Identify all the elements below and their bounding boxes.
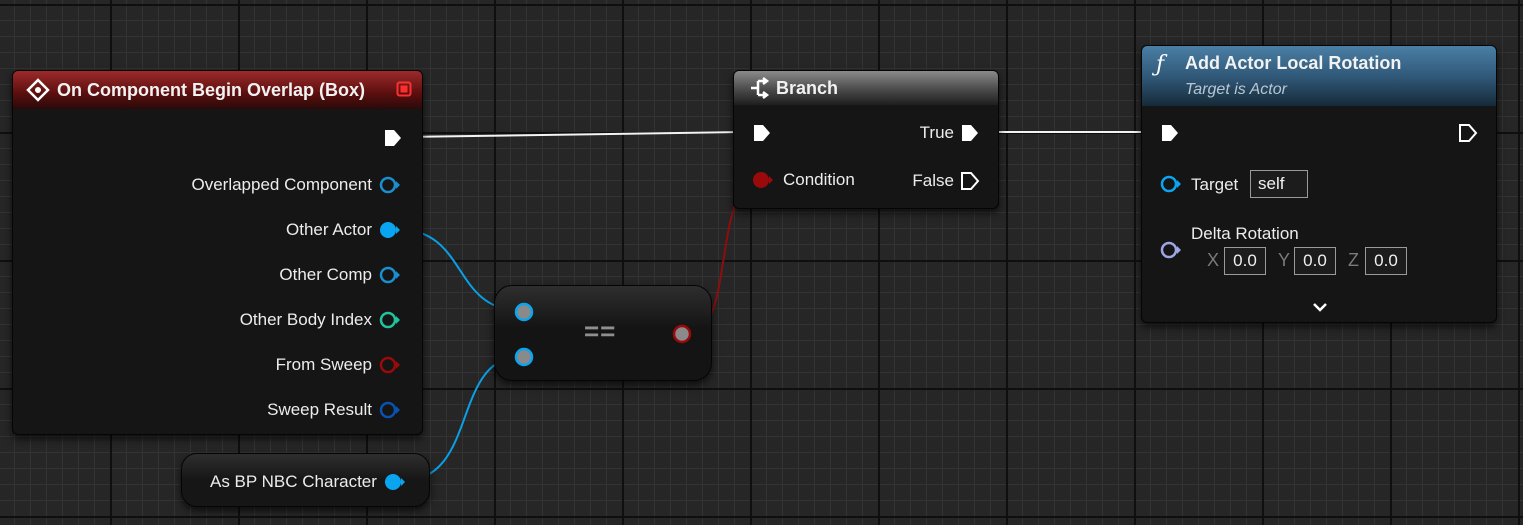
x-axis-label: X (1207, 250, 1220, 270)
from-sweep-pin[interactable] (379, 355, 401, 375)
pin-label-other-body-index: Other Body Index (239, 310, 372, 329)
branch-true-label: True (919, 123, 954, 142)
rotation-node-title: Add Actor Local Rotation (1185, 53, 1402, 73)
branch-exec-in-pin[interactable] (752, 123, 772, 143)
equal-operator-label: == (584, 316, 617, 346)
branch-false-pin[interactable] (960, 171, 980, 191)
equal-node[interactable]: == (494, 285, 712, 381)
branch-false-label: False (912, 171, 954, 190)
target-value-field[interactable]: self (1250, 170, 1308, 198)
rotation-exec-in-pin[interactable] (1160, 123, 1180, 143)
rotation-node-subtitle: Target is Actor (1185, 81, 1287, 98)
function-icon: ƒ (1156, 52, 1165, 77)
branch-condition-pin[interactable] (752, 170, 774, 190)
event-node-title: On Component Begin Overlap (Box) (57, 79, 366, 100)
event-node-on-component-begin-overlap[interactable]: On Component Begin Overlap (Box) Overlap… (12, 70, 423, 435)
rotation-x-field[interactable]: 0.0 (1224, 247, 1266, 275)
equal-input-b-pin[interactable] (514, 347, 534, 367)
other-body-index-pin[interactable] (379, 310, 401, 330)
as-bp-nbc-character-pin[interactable] (384, 472, 406, 492)
sweep-result-pin[interactable] (379, 400, 401, 420)
pin-label-other-actor: Other Actor (286, 220, 372, 239)
overlapped-component-pin[interactable] (379, 175, 401, 195)
equal-input-a-pin[interactable] (514, 302, 534, 322)
delta-rotation-label: Delta Rotation (1191, 224, 1299, 243)
pin-label-other-comp: Other Comp (279, 265, 372, 284)
branch-node-title: Branch (776, 77, 839, 98)
branch-condition-label: Condition (783, 170, 855, 189)
chevron-down-icon[interactable] (1312, 301, 1328, 313)
delegate-square-icon[interactable] (396, 81, 412, 97)
rotation-exec-out-pin[interactable] (1458, 123, 1478, 143)
exec-wire-event-to-branch[interactable] (401, 131, 747, 138)
rotation-node-header[interactable]: ƒ Add Actor Local Rotation Target is Act… (1142, 46, 1496, 106)
branch-node-header[interactable]: Branch (734, 71, 998, 105)
branch-icon (748, 77, 770, 99)
y-axis-label: Y (1278, 250, 1291, 270)
target-pin[interactable] (1160, 174, 1182, 194)
as-bp-nbc-character-node[interactable]: As BP NBC Character (181, 453, 430, 507)
delta-rotation-pin[interactable] (1160, 240, 1182, 260)
add-actor-local-rotation-node[interactable]: ƒ Add Actor Local Rotation Target is Act… (1141, 45, 1497, 323)
as-bp-nbc-character-label: As BP NBC Character (210, 472, 377, 491)
rotation-z-field[interactable]: 0.0 (1365, 247, 1407, 275)
branch-node[interactable]: Branch True Condition False (733, 70, 999, 209)
exec-out-pin[interactable] (383, 128, 403, 148)
event-diamond-icon (26, 78, 50, 102)
target-label: Target (1191, 175, 1239, 194)
equal-output-pin[interactable] (672, 324, 692, 344)
other-comp-pin[interactable] (379, 265, 401, 285)
other-actor-pin[interactable] (379, 220, 401, 240)
rotation-y-field[interactable]: 0.0 (1294, 247, 1336, 275)
pin-label-sweep-result: Sweep Result (267, 400, 372, 419)
event-node-header[interactable]: On Component Begin Overlap (Box) (13, 71, 422, 109)
pin-label-from-sweep: From Sweep (275, 355, 372, 374)
z-axis-label: Z (1348, 250, 1359, 270)
pin-label-overlapped-component: Overlapped Component (191, 175, 372, 194)
branch-true-pin[interactable] (960, 123, 980, 143)
